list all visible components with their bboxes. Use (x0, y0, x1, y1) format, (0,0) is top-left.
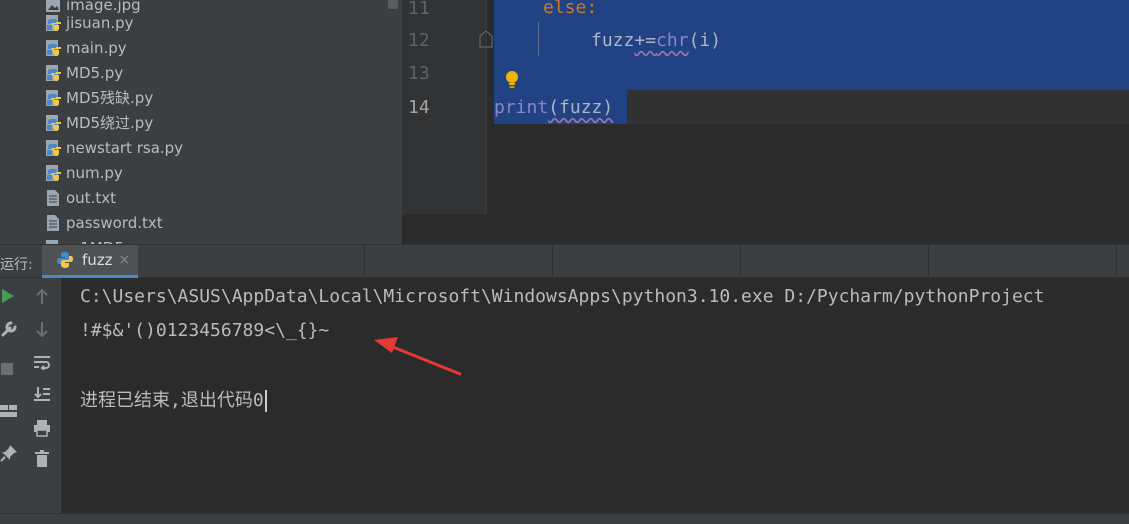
tree-item-file[interactable]: MD5绕过.py (45, 110, 153, 135)
code-builtin: print (494, 97, 549, 118)
python-file-icon (45, 164, 61, 182)
rerun-icon[interactable] (1, 288, 15, 304)
tree-item-file[interactable]: ...1MD5 (45, 235, 124, 244)
run-toolbar-secondary (22, 278, 62, 513)
tree-item-file[interactable]: password.txt (45, 210, 163, 235)
code-args: (fuzz) (548, 97, 614, 118)
tree-item-file[interactable]: main.py (45, 35, 127, 60)
line-number: 12 (408, 30, 430, 51)
tree-item-label: MD5绕过.py (66, 114, 154, 132)
tree-item-label: num.py (66, 163, 123, 182)
tree-item-file[interactable]: jisuan.py (45, 10, 134, 35)
trash-icon[interactable] (35, 450, 49, 468)
print-icon[interactable] (33, 419, 51, 437)
console-output-line: !#$&'()0123456789<\_{}~ (80, 320, 330, 341)
scroll-to-end-icon[interactable] (33, 386, 51, 402)
python-file-icon (45, 89, 61, 107)
header-divider (552, 245, 553, 279)
console-command-line: C:\Users\ASUS\AppData\Local\Microsoft\Wi… (80, 286, 1045, 307)
tab-label: fuzz (82, 251, 113, 269)
code-operator: += (634, 30, 657, 51)
code-colon: : (586, 0, 598, 18)
editor-empty-area (402, 214, 1129, 244)
close-icon[interactable]: × (119, 252, 131, 268)
project-tree-panel: image.jpg jisuan.py main.py MD5.py MD5残缺.py M… (0, 0, 402, 244)
soft-wrap-icon[interactable] (33, 354, 51, 370)
python-icon (57, 252, 73, 268)
tree-item-label: main.py (66, 38, 127, 57)
current-line-highlight (627, 90, 1129, 124)
line-number: 13 (408, 63, 430, 84)
code-variable: fuzz (591, 30, 635, 51)
text-caret (264, 390, 267, 412)
run-toolbar-primary (0, 278, 22, 513)
status-bar (0, 513, 1129, 524)
code-line-14: print(fuzz) (494, 97, 613, 118)
code-args: (i) (688, 30, 722, 51)
code-builtin: chr (656, 30, 689, 51)
tree-item-file[interactable]: newstart rsa.py (45, 135, 183, 160)
header-divider (364, 245, 365, 279)
fold-marker-icon[interactable] (479, 30, 493, 48)
project-tree-scrollbar[interactable] (388, 0, 398, 9)
code-editor[interactable]: 11 12 13 14 else: fuzz+=chr(i) print(fuz… (402, 0, 1129, 244)
python-file-icon (45, 64, 61, 82)
code-line-11: else: (543, 0, 597, 18)
arrow-down-icon[interactable] (35, 321, 49, 337)
run-console-output[interactable]: C:\Users\ASUS\AppData\Local\Microsoft\Wi… (62, 278, 1129, 513)
tree-item-label: jisuan.py (66, 13, 134, 32)
line-number-current: 14 (408, 97, 430, 118)
code-line-12: fuzz+=chr(i) (591, 30, 721, 51)
layout-icon[interactable] (0, 404, 18, 418)
tree-item-label: out.txt (66, 188, 116, 207)
console-exit-text: 进程已结束,退出代码0 (80, 390, 264, 411)
tree-item-label: newstart rsa.py (66, 138, 184, 157)
run-label: 运行: (0, 257, 33, 273)
python-file-icon (45, 114, 61, 132)
arrow-up-icon[interactable] (35, 289, 49, 305)
indent-guide (538, 22, 539, 56)
header-divider (928, 245, 929, 279)
tree-item-label: MD5.py (66, 63, 124, 82)
text-file-icon (45, 214, 61, 232)
pin-icon[interactable] (0, 444, 18, 462)
lightbulb-icon[interactable] (504, 70, 520, 90)
tree-item-label: MD5残缺.py (66, 89, 154, 107)
code-keyword: else (543, 0, 587, 18)
tree-item-file[interactable]: num.py (45, 160, 123, 185)
python-file-icon (45, 139, 61, 157)
stop-icon[interactable] (0, 362, 14, 376)
header-divider (1116, 245, 1117, 279)
console-exit-line: 进程已结束,退出代码0 (80, 386, 267, 412)
python-file-icon (45, 39, 61, 57)
line-number: 11 (408, 0, 430, 19)
tree-item-file[interactable]: MD5.py (45, 60, 123, 85)
text-file-icon (45, 189, 61, 207)
header-divider (740, 245, 741, 279)
tree-item-file[interactable]: MD5残缺.py (45, 85, 153, 110)
tree-item-label: password.txt (66, 213, 163, 232)
python-file-icon (45, 14, 61, 32)
tree-item-file[interactable]: out.txt (45, 185, 116, 210)
wrench-icon[interactable] (0, 320, 18, 338)
run-tool-window-header: 运行: fuzz × (0, 244, 1129, 279)
tab-fuzz[interactable]: fuzz × (42, 245, 138, 278)
